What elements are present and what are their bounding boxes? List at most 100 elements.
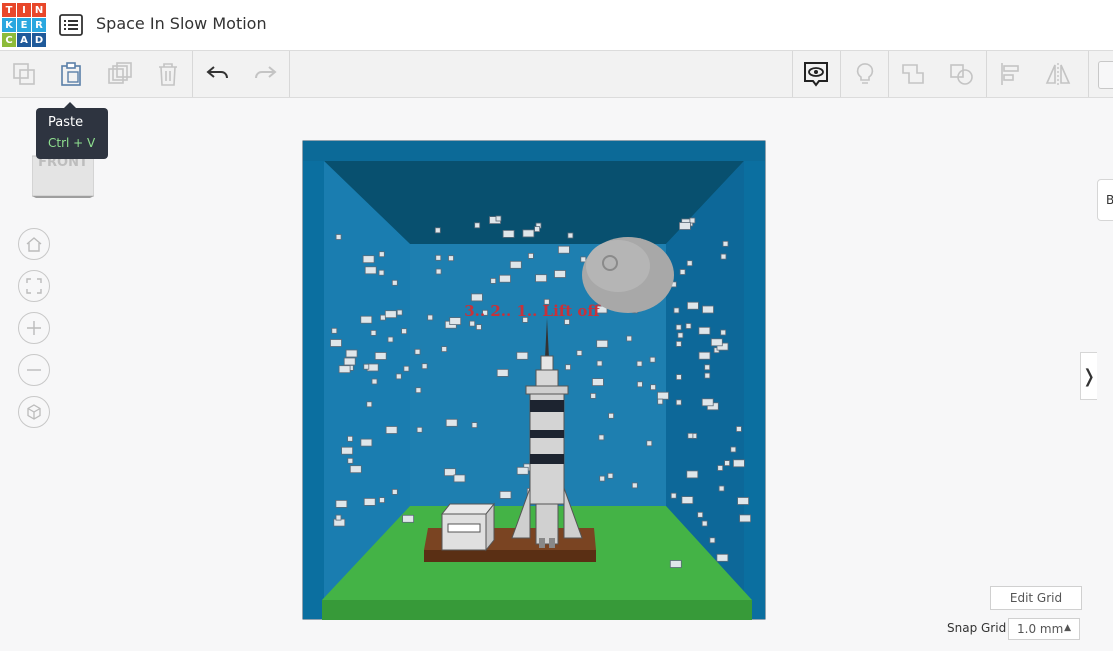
liftoff-banner: 3.. 2.. 1.. Lift off [464,302,601,320]
copy-button[interactable] [9,59,39,89]
star-card [686,260,693,267]
minus-icon [27,369,41,371]
star-card [391,488,398,495]
duplicate-button[interactable] [105,59,135,89]
logo-letter: R [32,18,46,32]
workplane-scene[interactable]: 3.. 2.. 1.. Lift off [300,138,770,628]
logo-letter: A [17,33,31,47]
top-bar: T I N K E R C A D Space In Slow Motion [0,0,1113,51]
collapse-panel-button[interactable]: ❭ [1080,352,1097,400]
star-card [415,387,422,394]
star-card [370,329,377,336]
toolbar-divider [1088,51,1089,97]
shapes-panel-tab[interactable]: B [1097,179,1113,221]
undo-button[interactable] [203,59,233,89]
redo-button[interactable] [250,59,280,89]
star-card [678,222,691,230]
star-card [698,351,711,360]
logo-letter: E [17,18,31,32]
star-card [580,256,587,263]
star-card [657,391,669,400]
zoom-out-button[interactable] [18,354,50,386]
star-card [366,401,373,408]
star-card [414,348,421,355]
ungroup-icon [950,64,973,85]
star-card [349,465,362,474]
launch-base-front [424,550,596,562]
star-card [670,492,677,499]
ungroup-button[interactable] [947,59,977,89]
edit-toolbar [0,51,1113,98]
zoom-in-button[interactable] [18,312,50,344]
star-card [509,260,522,269]
star-card [474,222,481,229]
toolbar-divider [192,51,193,97]
toolbar-divider [289,51,290,97]
star-card [335,234,342,240]
star-card [475,324,482,331]
tinkercad-logo[interactable]: T I N K E R C A D [2,3,46,47]
trash-icon [159,63,177,86]
cube-icon [27,404,41,420]
star-card [686,301,699,310]
home-icon [26,237,42,252]
star-card [709,537,716,544]
star-card [675,374,682,381]
star-card [649,356,656,363]
star-card [576,350,583,356]
star-card [384,310,397,319]
star-card [469,320,476,327]
star-card [331,327,338,334]
fit-view-button[interactable] [18,270,50,302]
logo-letter: K [2,18,16,32]
snap-grid-select[interactable]: 1.0 mm ▲ [1008,618,1080,640]
perspective-button[interactable] [18,396,50,428]
fit-icon [26,278,42,294]
star-card [345,349,358,358]
star-card [598,434,605,441]
home-view-button[interactable] [18,228,50,260]
floor-front [322,600,752,620]
star-card [735,426,742,432]
star-card [527,253,534,259]
logo-letter: T [2,3,16,17]
star-card [675,399,682,406]
star-card [675,340,682,347]
edit-grid-button[interactable]: Edit Grid [990,586,1082,610]
design-title[interactable]: Space In Slow Motion [96,14,267,33]
delete-button[interactable] [153,59,183,89]
toolbar-divider [792,51,793,97]
star-card [675,324,682,331]
paste-button[interactable] [56,59,86,89]
star-card [403,365,410,372]
star-card [378,269,385,276]
duplicate-icon [108,62,132,84]
logo-letter: I [17,3,31,17]
more-tools-button[interactable] [1098,61,1113,89]
align-button[interactable] [996,59,1026,89]
group-button[interactable] [899,59,929,89]
mirror-button[interactable] [1043,59,1073,89]
star-card [710,338,723,347]
paste-tooltip: Paste Ctrl + V [36,102,108,159]
star-card [371,378,378,385]
star-card [448,255,454,262]
star-card [435,254,442,261]
tooltip-label: Paste [48,115,84,130]
star-card [499,274,511,283]
star-card [724,460,731,467]
star-card [590,392,597,399]
star-card [698,326,711,335]
design-list-button[interactable] [58,12,84,38]
star-card [347,435,353,442]
notes-button[interactable] [850,59,880,89]
caret-up-icon: ▲ [1064,623,1071,633]
star-card [650,384,657,391]
star-card [385,426,398,434]
comment-view-button[interactable] [801,59,831,89]
star-card [335,499,348,508]
star-card [701,398,714,407]
star-card [343,357,356,366]
star-card [685,323,692,329]
control-building [440,502,496,552]
